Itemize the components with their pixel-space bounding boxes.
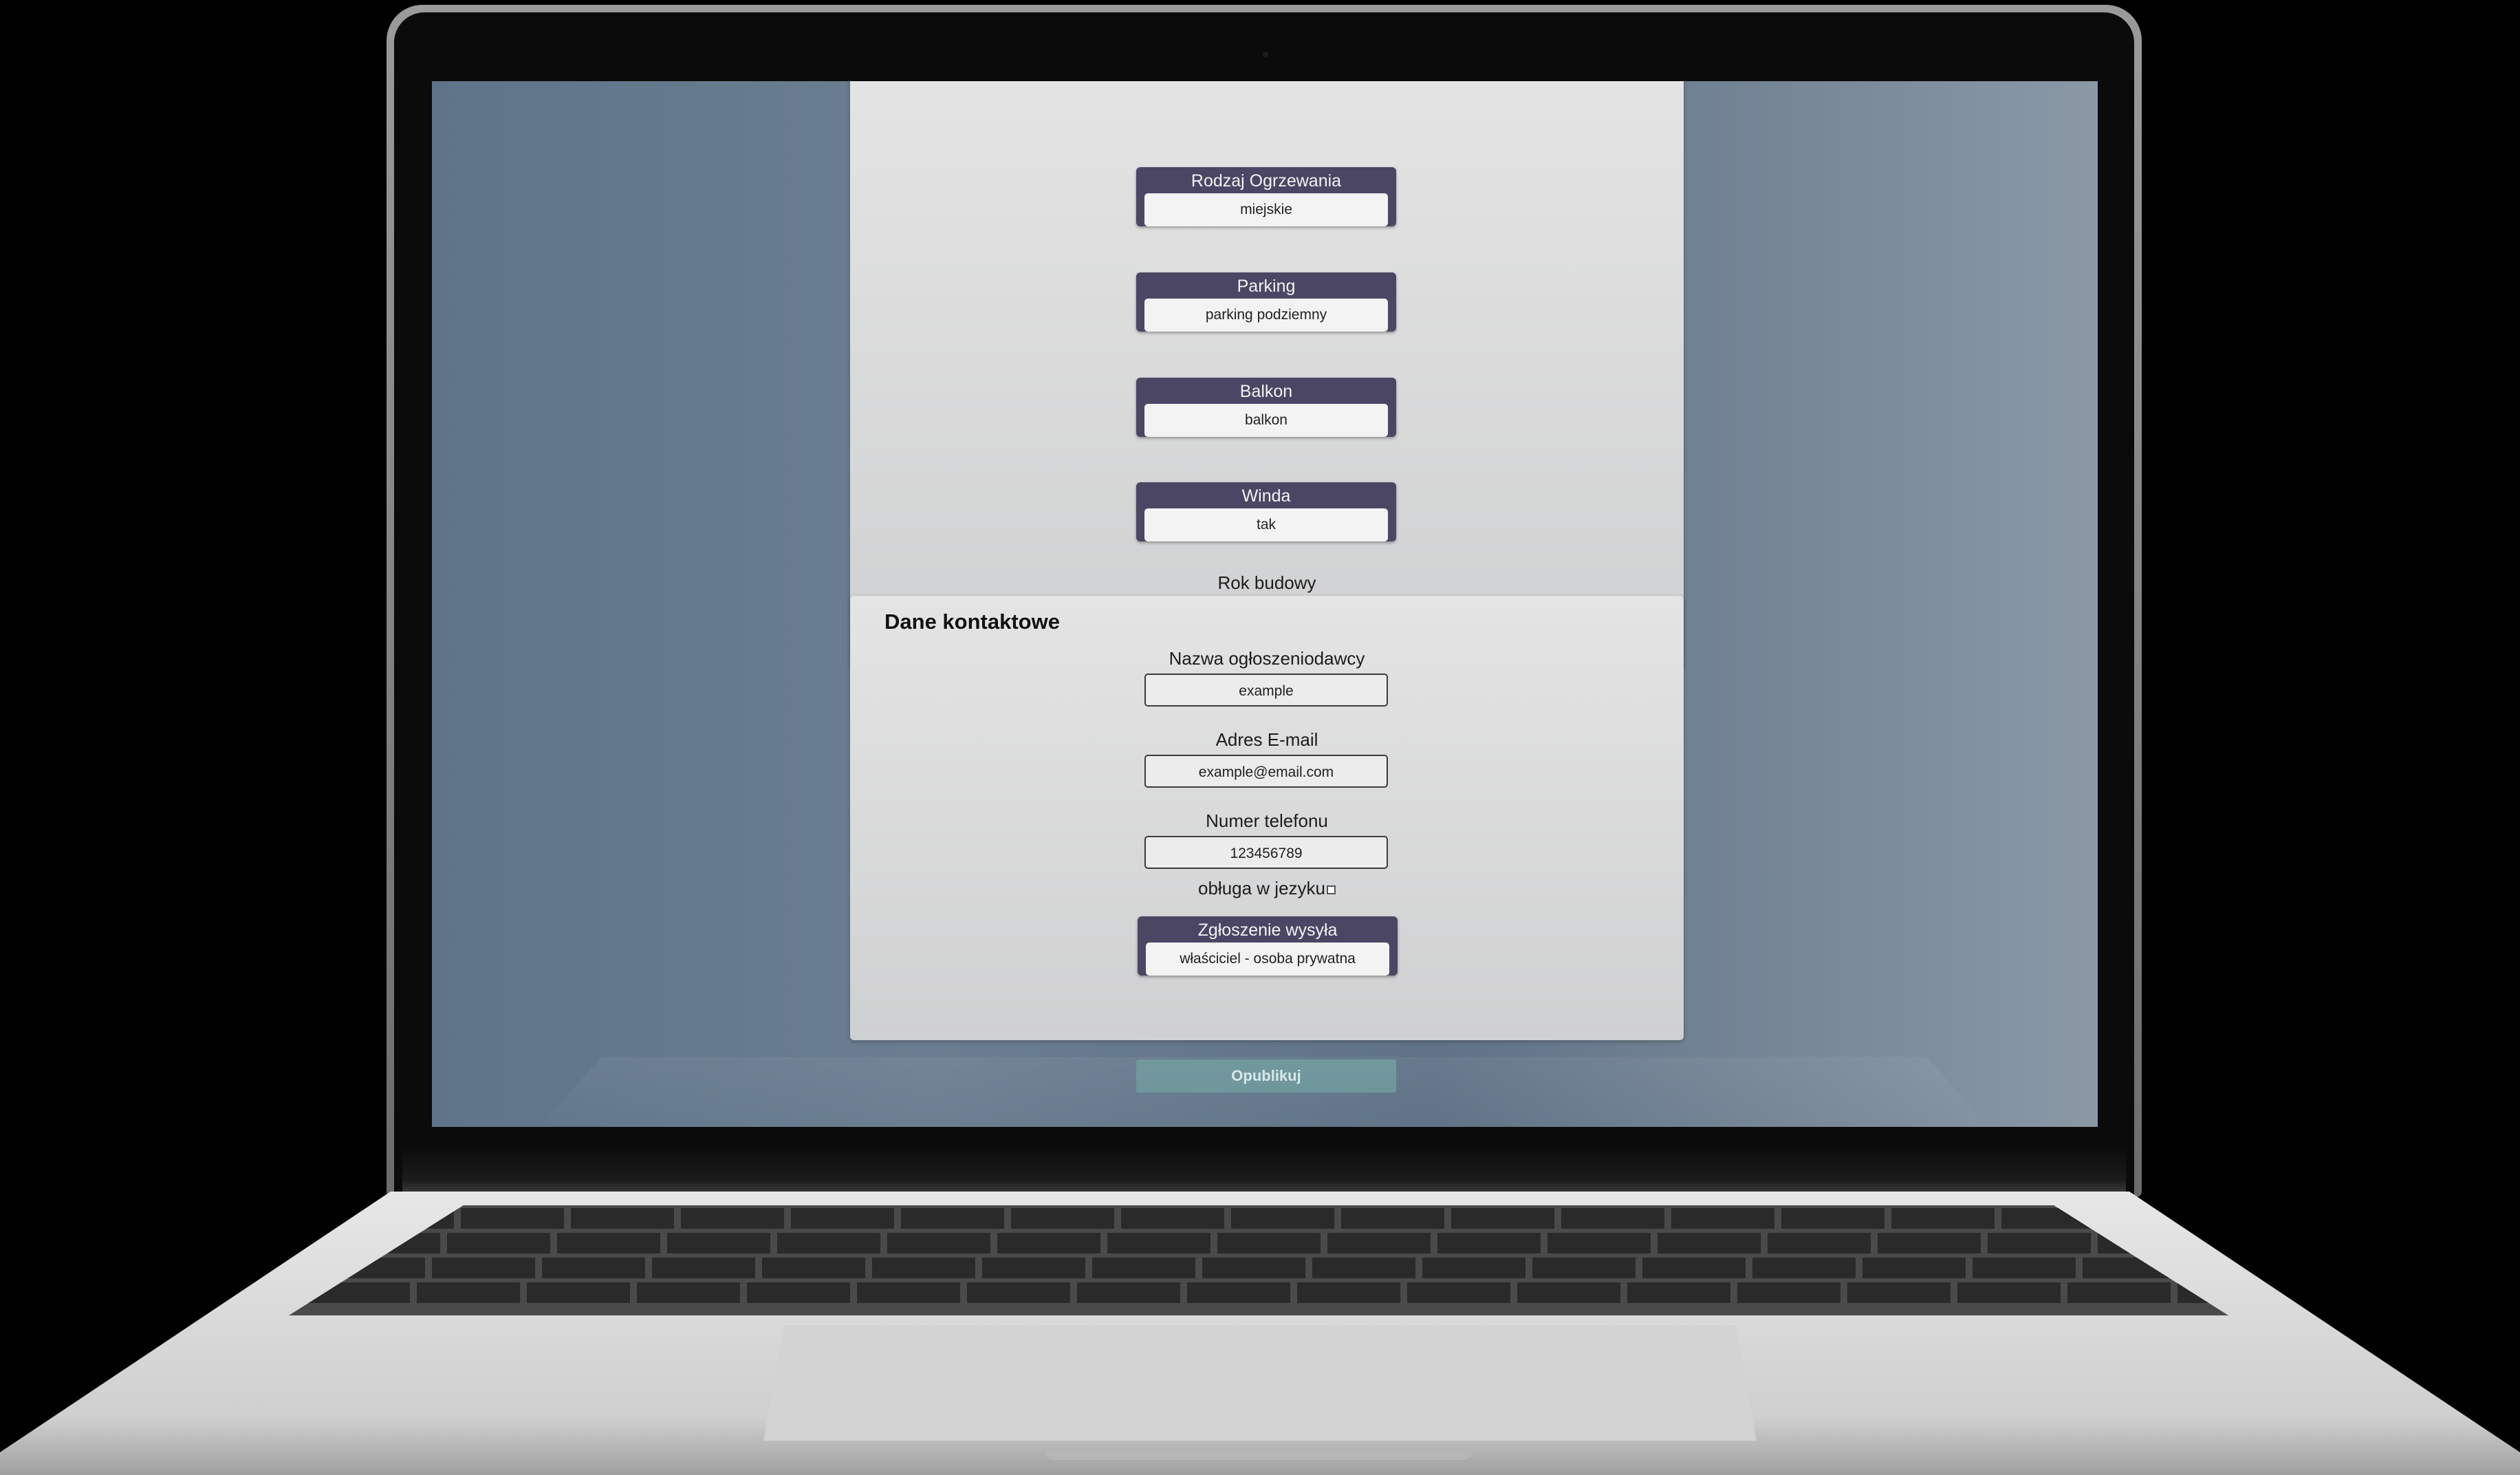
- parking-value[interactable]: parking podziemny: [1144, 299, 1388, 332]
- build-year-label: Rok budowy: [1217, 572, 1316, 593]
- heating-value[interactable]: miejskie: [1144, 193, 1388, 226]
- submitted-by-select[interactable]: Zgłoszenie wysyła właściciel - osoba pry…: [1138, 916, 1398, 976]
- balcony-label: Balkon: [1239, 382, 1293, 401]
- elevator-label: Winda: [1241, 486, 1291, 506]
- advertiser-name-label: Nazwa ogłoszeniodawcy: [1169, 648, 1365, 669]
- balcony-value[interactable]: balkon: [1144, 404, 1388, 437]
- language-service-label: obługa w jezyku: [1198, 878, 1325, 898]
- submitted-by-label: Zgłoszenie wysyła: [1197, 920, 1338, 940]
- trackpad: [763, 1325, 1757, 1442]
- email-input[interactable]: example@email.com: [1144, 755, 1388, 788]
- contact-panel: Dane kontaktowe Nazwa ogłoszeniodawcy ex…: [850, 596, 1684, 1040]
- language-service-row: obługa w jezyku: [850, 878, 1684, 899]
- email-label: Adres E-mail: [1215, 729, 1318, 750]
- language-service-checkbox[interactable]: [1327, 885, 1336, 894]
- key-row: [351, 1208, 2166, 1229]
- parking-select[interactable]: Parking parking podziemny: [1136, 272, 1396, 332]
- elevator-select[interactable]: Winda tak: [1136, 482, 1396, 541]
- property-details-panel: Rodzaj Ogrzewania miejskie Parking parki…: [850, 81, 1684, 669]
- key-row: [307, 1282, 2211, 1303]
- key-row: [322, 1258, 2195, 1278]
- laptop-hinge: [402, 1149, 2126, 1193]
- parking-label: Parking: [1237, 277, 1296, 296]
- screen: Rodzaj Ogrzewania miejskie Parking parki…: [432, 81, 2098, 1127]
- key-row: [337, 1233, 2180, 1253]
- heating-select[interactable]: Rodzaj Ogrzewania miejskie: [1136, 167, 1396, 226]
- keyboard: [289, 1205, 2228, 1315]
- camera-icon: [1263, 52, 1268, 57]
- phone-label: Numer telefonu: [1206, 810, 1328, 831]
- publish-button[interactable]: Opublikuj: [1136, 1059, 1396, 1092]
- advertiser-name-input[interactable]: example: [1144, 674, 1388, 707]
- heating-label: Rodzaj Ogrzewania: [1191, 171, 1342, 191]
- balcony-select[interactable]: Balkon balkon: [1136, 378, 1396, 437]
- submitted-by-value[interactable]: właściciel - osoba prywatna: [1146, 943, 1389, 976]
- phone-input[interactable]: 123456789: [1144, 836, 1388, 869]
- contact-section-title: Dane kontaktowe: [884, 610, 1060, 634]
- elevator-value[interactable]: tak: [1144, 508, 1388, 541]
- laptop-notch: [1045, 1450, 1472, 1460]
